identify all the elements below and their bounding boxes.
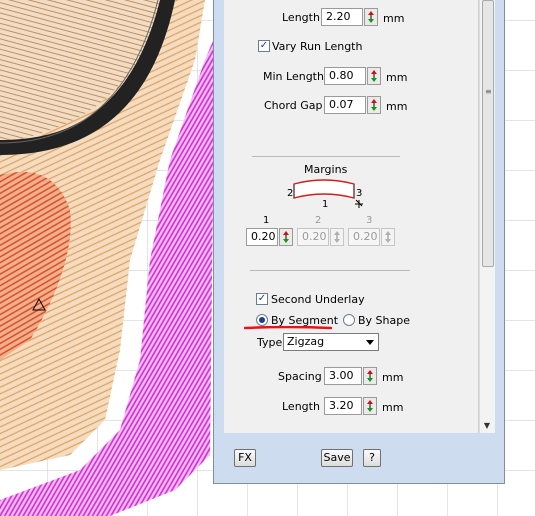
- grip-icon: ≡: [485, 87, 492, 96]
- red-underline-annotation: [244, 326, 332, 330]
- dropdown-arrow-icon: [366, 340, 374, 345]
- spacing-spin-icon[interactable]: [363, 367, 377, 385]
- chord-gap-spin-icon[interactable]: [367, 96, 381, 114]
- length-unit: mm: [383, 12, 405, 25]
- margin-2-input: 0.20: [297, 228, 329, 246]
- type-label: Type: [257, 336, 283, 349]
- spacing-unit: mm: [382, 371, 404, 384]
- margin-label-2: 2: [287, 188, 293, 199]
- by-segment-radio[interactable]: [256, 314, 268, 326]
- margin-col-2-label: 2: [315, 215, 322, 226]
- chord-gap-unit: mm: [386, 100, 408, 113]
- min-length-label: Min Length: [263, 70, 324, 83]
- length-spin-icon[interactable]: [364, 8, 378, 26]
- properties-content: Length 2.20 mm ✓ Vary Run Length Min Len…: [224, 0, 479, 433]
- underlay-separator: [250, 270, 410, 271]
- panel-scrollbar[interactable]: ≡ ▼: [479, 0, 495, 433]
- checkmark-icon: ✓: [257, 293, 267, 304]
- stitch-properties-panel: Length 2.20 mm ✓ Vary Run Length Min Len…: [213, 0, 505, 484]
- spacing-input[interactable]: 3.00: [324, 367, 362, 385]
- checkmark-icon: ✓: [259, 40, 269, 51]
- margin-label-1: 1: [322, 199, 328, 210]
- second-underlay-label: Second Underlay: [271, 293, 365, 306]
- by-shape-label: By Shape: [358, 314, 410, 327]
- margins-title: Margins: [304, 163, 348, 176]
- scroll-down-icon[interactable]: ▼: [482, 421, 492, 431]
- margin-col-1-label: 1: [263, 215, 270, 226]
- margin-label-3: 3: [356, 188, 362, 199]
- margin-1-input[interactable]: 0.20: [246, 228, 278, 246]
- margin-1-spin-icon[interactable]: [279, 228, 293, 246]
- help-button[interactable]: ?: [363, 449, 381, 467]
- min-length-unit: mm: [386, 71, 408, 84]
- margin-3-spin-icon: [381, 228, 395, 246]
- underlay-length-spin-icon[interactable]: [363, 397, 377, 415]
- save-button[interactable]: Save: [321, 449, 353, 467]
- margins-separator: [252, 156, 400, 157]
- by-shape-radio[interactable]: [343, 314, 355, 326]
- type-dropdown-value: Zigzag: [287, 335, 325, 348]
- margin-col-3-label: 3: [366, 215, 373, 226]
- scrollbar-thumb[interactable]: ≡: [482, 0, 494, 267]
- margin-2-spin-icon: [330, 228, 344, 246]
- chord-gap-label: Chord Gap: [264, 99, 323, 112]
- underlay-length-unit: mm: [382, 401, 404, 414]
- min-length-spin-icon[interactable]: [367, 67, 381, 85]
- fx-button[interactable]: FX: [234, 449, 256, 467]
- vary-run-length-label: Vary Run Length: [272, 40, 363, 53]
- margin-3-input: 0.20: [348, 228, 380, 246]
- margin-shape-icon: 2 1 3: [287, 179, 363, 210]
- second-underlay-checkbox[interactable]: ✓: [256, 293, 268, 305]
- underlay-length-label: Length: [282, 400, 320, 413]
- length-label: Length: [282, 11, 320, 24]
- chord-gap-input[interactable]: 0.07: [324, 96, 366, 114]
- spacing-label: Spacing: [278, 370, 322, 383]
- length-input[interactable]: 2.20: [321, 8, 363, 26]
- min-length-input[interactable]: 0.80: [324, 67, 366, 85]
- underlay-length-input[interactable]: 3.20: [324, 397, 362, 415]
- type-dropdown[interactable]: Zigzag: [283, 333, 379, 351]
- vary-run-length-checkbox[interactable]: ✓: [258, 40, 270, 52]
